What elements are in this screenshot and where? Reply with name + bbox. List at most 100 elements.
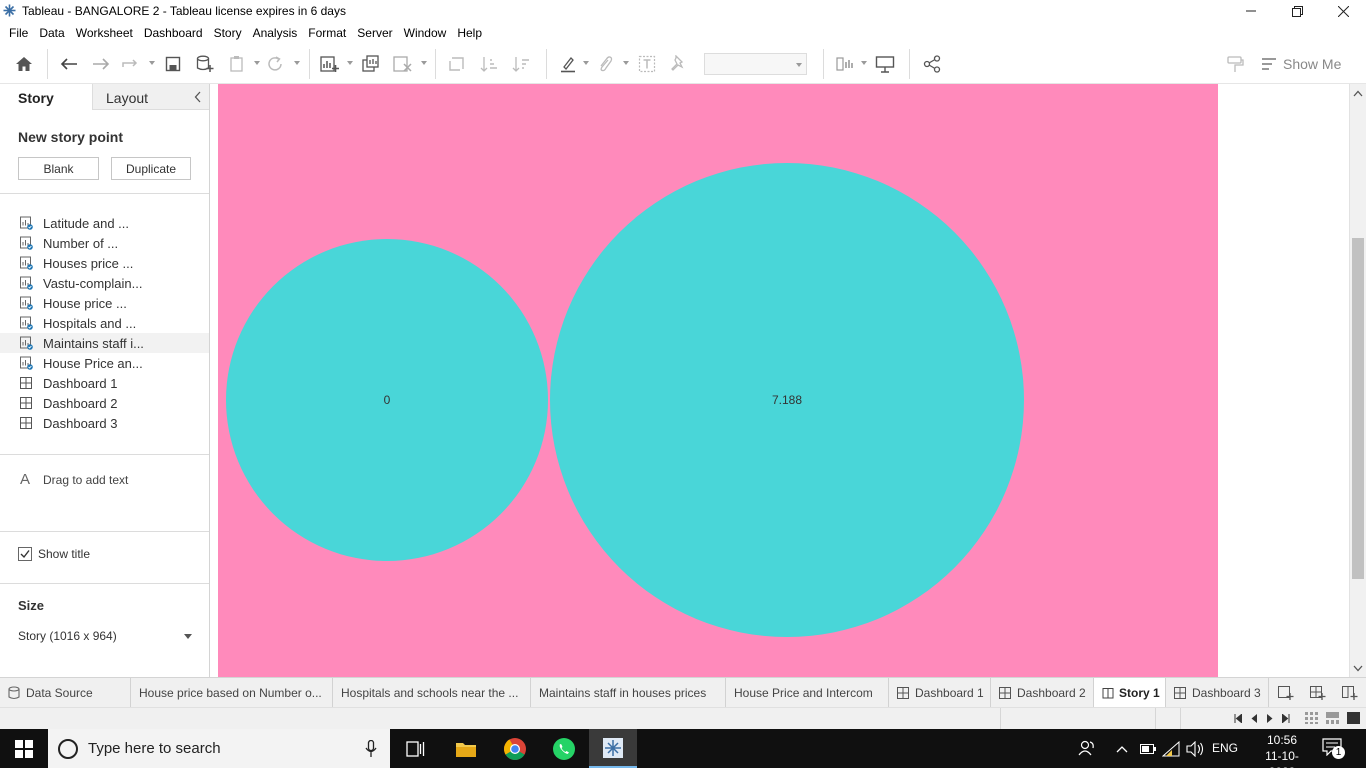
chevron-up-icon[interactable] — [1116, 745, 1128, 753]
duplicate-button[interactable]: Duplicate — [111, 157, 191, 180]
minimize-button[interactable] — [1228, 0, 1274, 22]
battery-icon[interactable] — [1140, 744, 1156, 754]
filmstrip-icon[interactable] — [1326, 712, 1339, 724]
sort-ascending-button[interactable] — [478, 54, 500, 74]
tab-dashboard-3[interactable]: Dashboard 3 — [1166, 678, 1269, 708]
menu-file[interactable]: File — [4, 22, 34, 44]
restore-button[interactable] — [1274, 0, 1320, 22]
tab-hospitals-schools[interactable]: Hospitals and schools near the ... — [333, 678, 531, 708]
story-sheet-item[interactable]: Dashboard 1 — [0, 373, 209, 393]
checkbox-checked-icon — [18, 547, 32, 561]
new-worksheet-tab-button[interactable] — [1278, 686, 1294, 700]
replay-button[interactable] — [120, 54, 142, 74]
fit-dropdown[interactable] — [704, 53, 807, 75]
whatsapp-icon — [553, 737, 575, 760]
tableau-taskbar-button[interactable] — [589, 729, 637, 768]
people-icon[interactable] — [1078, 739, 1096, 757]
menu-analysis[interactable]: Analysis — [248, 22, 304, 44]
home-button[interactable] — [13, 54, 35, 74]
file-explorer-button[interactable] — [442, 729, 490, 768]
menu-format[interactable]: Format — [303, 22, 352, 44]
highlight-button[interactable] — [557, 54, 579, 74]
tab-dashboard-1[interactable]: Dashboard 1 — [889, 678, 991, 708]
story-sheet-item[interactable]: House Price an... — [0, 353, 209, 373]
volume-icon[interactable] — [1186, 741, 1204, 757]
new-data-source-button[interactable] — [194, 54, 216, 74]
tab-house-price-intercom[interactable]: House Price and Intercom — [726, 678, 889, 708]
tab-layout[interactable]: Layout — [92, 84, 209, 110]
menu-story[interactable]: Story — [209, 22, 248, 44]
previous-sheet-icon[interactable] — [1250, 714, 1258, 723]
language-indicator[interactable]: ENG — [1212, 741, 1238, 755]
story-sheet-item[interactable]: Dashboard 3 — [0, 413, 209, 433]
story-sheet-item[interactable]: Houses price ... — [0, 253, 209, 273]
show-mark-labels-button[interactable] — [636, 54, 658, 74]
show-title-checkbox[interactable]: Show title — [18, 547, 90, 561]
presentation-cards-button[interactable] — [835, 54, 857, 74]
story-sheet-item[interactable]: Dashboard 2 — [0, 393, 209, 413]
show-me-button[interactable]: Show Me — [1261, 54, 1341, 74]
start-button[interactable] — [0, 729, 48, 768]
blank-button[interactable]: Blank — [18, 157, 99, 180]
clear-sheet-button[interactable] — [392, 54, 414, 74]
first-sheet-icon[interactable] — [1234, 714, 1242, 723]
chrome-button[interactable] — [491, 729, 539, 768]
clock[interactable]: 10:56 11-10-2023 — [1252, 732, 1312, 780]
group-members-button[interactable] — [594, 54, 616, 74]
tab-dashboard-2[interactable]: Dashboard 2 — [991, 678, 1094, 708]
wifi-icon[interactable] — [1162, 741, 1180, 757]
new-dashboard-tab-button[interactable] — [1310, 686, 1326, 700]
tab-maintains-staff[interactable]: Maintains staff in houses prices — [531, 678, 726, 708]
tab-label: Story 1 — [1119, 686, 1160, 700]
worksheet-icon — [19, 276, 33, 290]
drag-text-item[interactable]: A Drag to add text — [20, 471, 128, 488]
share-button[interactable] — [921, 54, 943, 74]
tab-house-price-number[interactable]: House price based on Number o... — [131, 678, 333, 708]
menu-worksheet[interactable]: Worksheet — [71, 22, 139, 44]
last-sheet-icon[interactable] — [1282, 714, 1290, 723]
undo-button[interactable] — [58, 54, 80, 74]
redo-button[interactable] — [90, 54, 112, 74]
size-dropdown[interactable]: Story (1016 x 964) — [18, 628, 192, 646]
collapse-pane-icon[interactable] — [194, 91, 202, 103]
story-sheet-item[interactable]: Number of ... — [0, 233, 209, 253]
tab-story[interactable]: Story — [0, 84, 92, 110]
sort-descending-button[interactable] — [510, 54, 532, 74]
menu-dashboard[interactable]: Dashboard — [139, 22, 209, 44]
scroll-up-icon[interactable] — [1353, 90, 1363, 97]
menu-window[interactable]: Window — [399, 22, 453, 44]
vertical-scrollbar[interactable] — [1349, 84, 1366, 677]
duplicate-sheet-button[interactable] — [360, 54, 382, 74]
tab-data-source[interactable]: Data Source — [0, 678, 131, 708]
tab-story-1[interactable]: Story 1 — [1094, 678, 1166, 708]
story-sheet-item[interactable]: Latitude and ... — [0, 213, 209, 233]
close-button[interactable] — [1320, 0, 1366, 22]
refresh-button[interactable] — [264, 54, 286, 74]
notifications-button[interactable]: 1 — [1322, 738, 1345, 759]
format-painter-button[interactable] — [1224, 54, 1246, 74]
paste-button[interactable] — [226, 54, 248, 74]
story-sheet-item[interactable]: House price ... — [0, 293, 209, 313]
story-sheet-item[interactable]: Vastu-complain... — [0, 273, 209, 293]
sheet-item-label: Maintains staff i... — [43, 335, 144, 351]
save-button[interactable] — [162, 54, 184, 74]
scroll-down-icon[interactable] — [1353, 665, 1363, 672]
story-sheet-item[interactable]: Maintains staff i... — [0, 333, 209, 353]
new-worksheet-button[interactable] — [319, 54, 341, 74]
story-sheet-item[interactable]: Hospitals and ... — [0, 313, 209, 333]
menu-data[interactable]: Data — [34, 22, 70, 44]
fix-axes-button[interactable] — [667, 54, 689, 74]
new-story-tab-button[interactable] — [1342, 686, 1358, 700]
swap-rows-columns-button[interactable] — [446, 54, 468, 74]
microphone-icon[interactable] — [365, 740, 377, 758]
taskbar-search-box[interactable]: Type here to search — [48, 729, 390, 768]
tabs-view-icon[interactable] — [1347, 712, 1360, 724]
next-sheet-icon[interactable] — [1266, 714, 1274, 723]
sheet-sorter-icon[interactable] — [1305, 712, 1318, 724]
menu-help[interactable]: Help — [452, 22, 488, 44]
menu-server[interactable]: Server — [352, 22, 398, 44]
scroll-thumb[interactable] — [1352, 238, 1364, 579]
task-view-button[interactable] — [392, 729, 440, 768]
whatsapp-button[interactable] — [540, 729, 588, 768]
presentation-mode-button[interactable] — [874, 54, 896, 74]
